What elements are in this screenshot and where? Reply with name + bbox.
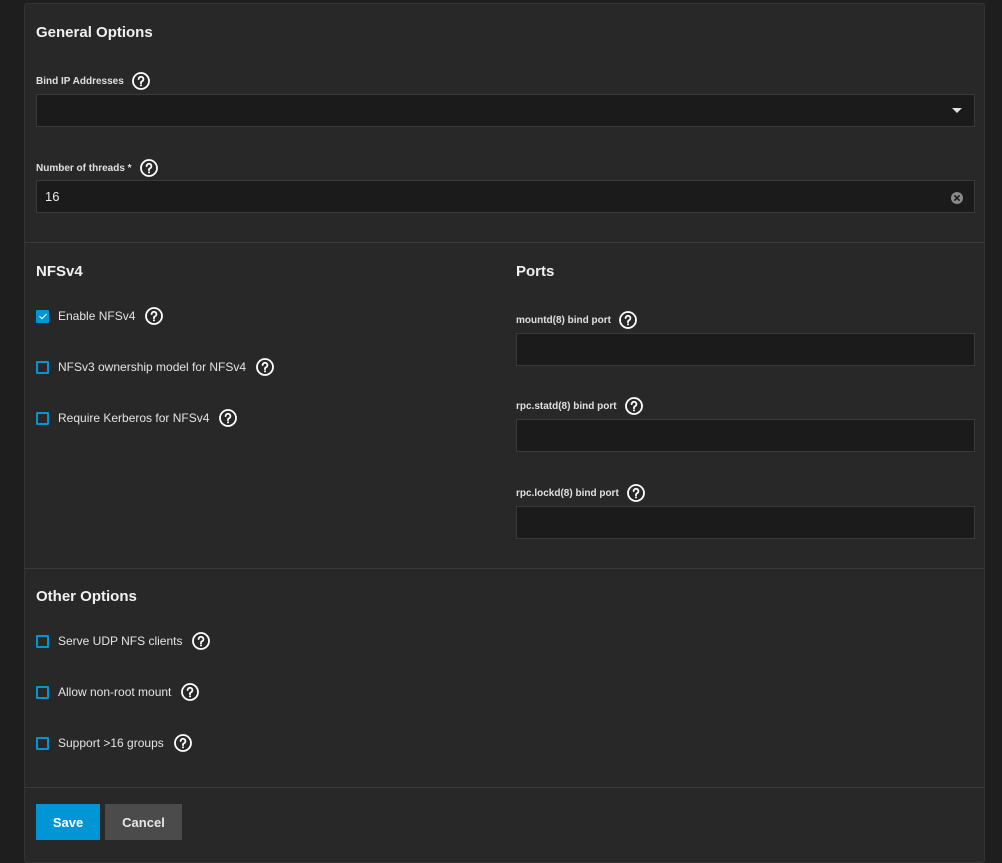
bind-ip-label-text: Bind IP Addresses [36,75,124,87]
mountd-port-label: mountd(8) bind port [516,311,637,329]
option-label: Support >16 groups [58,736,164,750]
checkbox[interactable] [36,685,49,699]
section-divider [25,568,984,569]
nfs-settings-form: General Options Bind IP Addresses Number… [24,3,985,863]
option-nfsv3-ownership[interactable]: NFSv3 ownership model for NFSv4 [36,358,274,376]
statd-port-label: rpc.statd(8) bind port [516,397,643,415]
lockd-port-input[interactable] [516,506,975,539]
chevron-down-icon[interactable] [952,108,962,113]
help-icon[interactable] [626,484,645,502]
help-icon[interactable] [256,358,274,376]
help-icon[interactable] [145,307,164,325]
option-label: NFSv3 ownership model for NFSv4 [58,360,247,374]
mountd-port-label-text: mountd(8) bind port [516,314,611,326]
option-label: Enable NFSv4 [58,309,136,323]
option-allow-nonroot-mount[interactable]: Allow non-root mount [36,683,200,701]
lockd-port-label: rpc.lockd(8) bind port [516,484,645,502]
bind-ip-select[interactable] [36,94,975,127]
option-serve-udp[interactable]: Serve UDP NFS clients [36,632,211,650]
option-support-16-groups[interactable]: Support >16 groups [36,734,192,752]
help-icon[interactable] [139,159,158,177]
checkbox[interactable] [36,411,49,425]
section-divider [25,787,984,788]
help-icon[interactable] [624,397,643,415]
statd-port-input[interactable] [516,419,975,452]
help-icon[interactable] [131,72,150,90]
save-button[interactable]: Save [36,804,100,840]
help-icon[interactable] [181,683,200,701]
option-label: Serve UDP NFS clients [58,634,183,648]
threads-label: Number of threads * [36,159,158,177]
option-enable-nfsv4[interactable]: Enable NFSv4 [36,307,164,325]
option-label: Require Kerberos for NFSv4 [58,411,210,425]
option-label: Allow non-root mount [58,685,172,699]
threads-value: 16 [45,189,60,204]
section-title-general: General Options [36,24,153,41]
checkbox[interactable] [36,634,49,648]
statd-port-label-text: rpc.statd(8) bind port [516,400,617,412]
option-require-kerberos[interactable]: Require Kerberos for NFSv4 [36,409,238,427]
checkbox[interactable] [36,360,49,374]
section-title-ports: Ports [516,263,555,280]
mountd-port-input[interactable] [516,333,975,366]
help-icon[interactable] [219,409,238,427]
help-icon[interactable] [192,632,211,650]
checkbox[interactable] [36,736,49,750]
help-icon[interactable] [619,311,637,329]
section-title-other: Other Options [36,588,137,605]
clear-icon[interactable] [951,191,963,204]
threads-label-text: Number of threads * [36,162,132,174]
section-divider [25,242,984,243]
threads-input[interactable]: 16 [36,180,975,213]
cancel-button[interactable]: Cancel [105,804,182,840]
section-title-nfsv4: NFSv4 [36,263,83,280]
help-icon[interactable] [173,734,192,752]
bind-ip-label: Bind IP Addresses [36,72,150,90]
checkbox[interactable] [36,309,49,323]
lockd-port-label-text: rpc.lockd(8) bind port [516,487,619,499]
